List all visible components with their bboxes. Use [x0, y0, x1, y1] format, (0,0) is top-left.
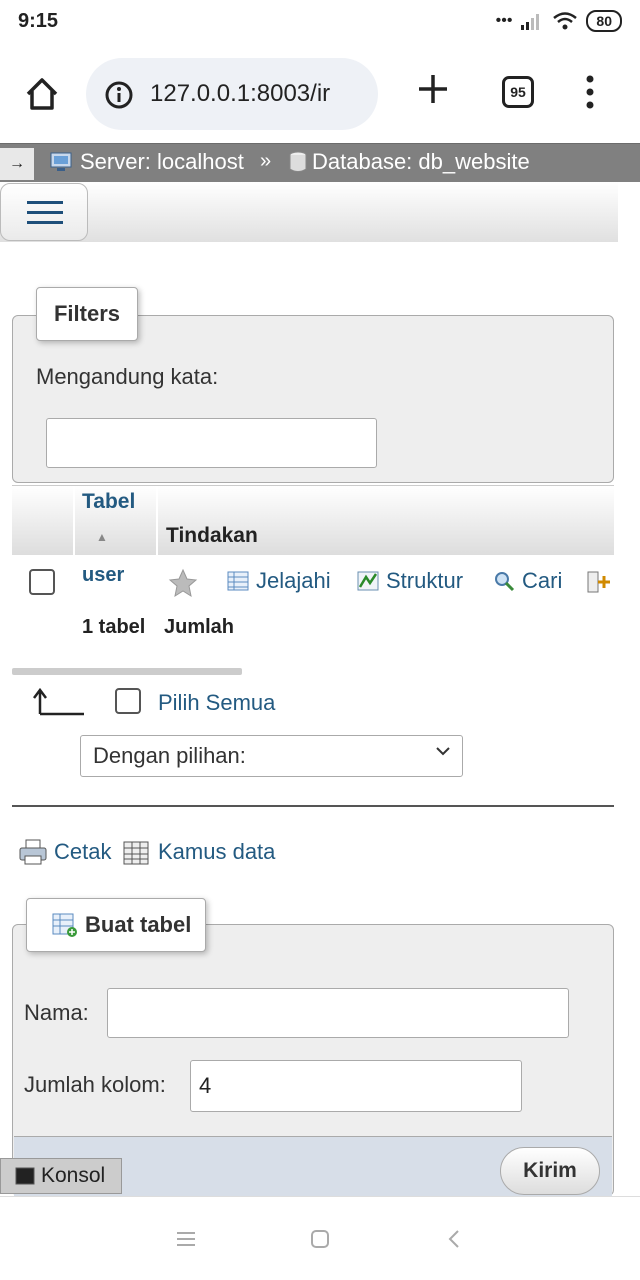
print-link[interactable]: Cetak	[18, 838, 111, 866]
table-header: Tabel ▲ Tindakan	[12, 485, 614, 556]
browse-action[interactable]: Jelajahi	[226, 568, 331, 594]
browser-toolbar: 127.0.0.1:8003/ir 95	[0, 44, 640, 144]
structure-icon	[357, 571, 379, 591]
address-bar[interactable]: 127.0.0.1:8003/ir	[86, 58, 378, 130]
with-selected-dropdown[interactable]: Dengan pilihan:	[80, 735, 463, 777]
select-all-label[interactable]: Pilih Semua	[158, 690, 275, 716]
back-icon[interactable]	[442, 1227, 466, 1251]
tab-switcher-button[interactable]: 95	[502, 76, 534, 108]
data-dictionary-icon	[123, 841, 149, 865]
filter-label: Mengandung kata:	[36, 364, 219, 389]
horizontal-scrollbar[interactable]	[12, 668, 242, 675]
filters-legend: Filters	[36, 287, 138, 341]
recent-apps-icon[interactable]	[174, 1227, 198, 1251]
arrow-up-left-icon	[33, 687, 84, 716]
chevron-down-icon	[436, 747, 450, 756]
table-name-link[interactable]: user	[82, 564, 124, 587]
status-icons: ••• 80	[496, 10, 622, 32]
signal-icon: •••	[495, 12, 513, 29]
browse-label[interactable]: Jelajahi	[256, 568, 331, 594]
filter-input[interactable]	[46, 418, 377, 468]
column-header-tabel[interactable]: Tabel	[82, 490, 135, 514]
breadcrumb: → Server: localhost » Database: db_websi…	[0, 143, 640, 182]
system-navigation-bar	[0, 1196, 640, 1280]
new-tab-icon[interactable]	[414, 70, 452, 108]
breadcrumb-server-label[interactable]: Server: localhost	[80, 149, 244, 175]
create-table-legend: Buat tabel	[26, 898, 206, 952]
submit-button[interactable]: Kirim	[500, 1147, 600, 1195]
search-label[interactable]: Cari	[522, 568, 562, 594]
breadcrumb-database-label[interactable]: Database: db_website	[312, 149, 530, 175]
status-time: 9:15	[18, 10, 59, 32]
more-menu-icon[interactable]	[580, 72, 600, 112]
data-dictionary-label[interactable]: Kamus data	[158, 839, 275, 865]
print-label[interactable]: Cetak	[54, 839, 111, 865]
divider	[12, 805, 614, 807]
browse-icon	[227, 571, 249, 591]
console-icon	[15, 1167, 35, 1185]
sort-ascending-icon: ▲	[96, 530, 108, 544]
column-header-tindakan: Tindakan	[166, 524, 258, 547]
favorite-star-icon[interactable]	[168, 568, 198, 598]
breadcrumb-database[interactable]: Database: db_website	[288, 149, 530, 175]
column-count-label: Jumlah kolom:	[24, 1072, 166, 1097]
home-button-icon[interactable]	[308, 1227, 332, 1251]
battery-indicator: 80	[586, 10, 622, 32]
hamburger-menu-button[interactable]	[0, 183, 88, 241]
search-action[interactable]: Cari	[492, 568, 562, 594]
row-checkbox[interactable]	[29, 569, 55, 595]
cell-signal-icon	[521, 14, 540, 30]
database-icon	[289, 151, 307, 172]
home-icon[interactable]	[22, 74, 62, 114]
select-all-checkbox[interactable]	[115, 688, 141, 714]
breadcrumb-separator: »	[260, 150, 272, 172]
structure-label[interactable]: Struktur	[386, 568, 463, 594]
create-table-title: Buat tabel	[85, 912, 192, 937]
info-icon[interactable]	[104, 80, 134, 110]
structure-action[interactable]: Struktur	[356, 568, 463, 594]
table-sum-label: Jumlah	[164, 616, 235, 638]
status-bar: 9:15 ••• 80	[0, 0, 640, 44]
server-icon	[50, 152, 72, 171]
with-selected-value[interactable]: Dengan pilihan:	[93, 743, 246, 768]
table-name-input[interactable]	[107, 988, 569, 1038]
toggle-navigation-arrow[interactable]: →	[0, 148, 34, 180]
top-menu-bar	[0, 182, 618, 242]
create-table-icon	[52, 913, 77, 937]
wifi-icon	[553, 12, 578, 30]
console-label[interactable]: Konsol	[41, 1164, 105, 1188]
search-icon	[495, 572, 515, 592]
table-row: user Jelajahi Struktur Cari	[12, 556, 614, 608]
console-toggle[interactable]: Konsol	[0, 1158, 122, 1194]
data-dictionary-link[interactable]: Kamus data	[122, 838, 275, 866]
column-count-input[interactable]: 4	[190, 1060, 522, 1112]
printer-icon	[19, 839, 47, 865]
table-count: 1 tabel	[82, 616, 146, 638]
table-name-label: Nama:	[24, 1000, 89, 1025]
breadcrumb-server[interactable]: Server: localhost	[50, 149, 244, 175]
insert-icon[interactable]	[586, 568, 614, 596]
url-text[interactable]: 127.0.0.1:8003/ir	[150, 80, 330, 108]
